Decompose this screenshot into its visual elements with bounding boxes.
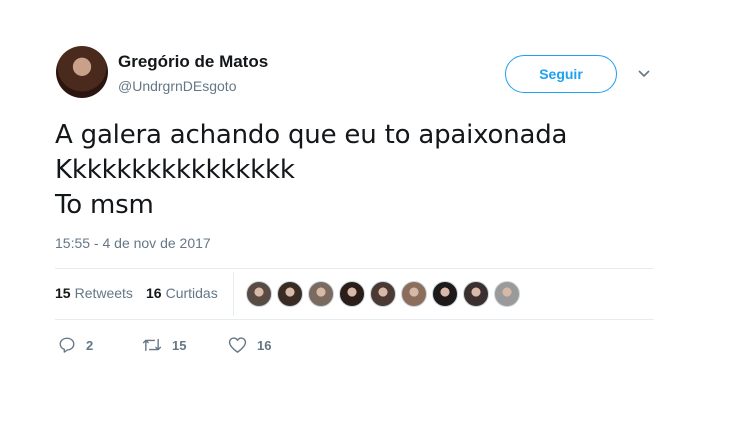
likes-stat[interactable]: 16 Curtidas [146, 285, 218, 301]
retweet-button[interactable]: 15 [142, 336, 186, 354]
author-avatar[interactable] [56, 46, 108, 98]
liker-avatar[interactable] [308, 281, 334, 307]
liker-avatar[interactable] [246, 281, 272, 307]
retweet-count: 15 [172, 337, 187, 353]
liker-avatar[interactable] [432, 281, 458, 307]
liker-avatar[interactable] [401, 281, 427, 307]
retweet-icon [142, 338, 162, 352]
liker-avatar[interactable] [339, 281, 365, 307]
liker-avatar[interactable] [463, 281, 489, 307]
reply-icon [59, 337, 75, 353]
chevron-down-icon[interactable] [636, 66, 652, 82]
stats-separator [233, 272, 234, 316]
likers-avatars [246, 281, 525, 307]
reply-button[interactable]: 2 [58, 336, 93, 354]
reply-count: 2 [86, 337, 94, 353]
follow-button[interactable]: Seguir [505, 55, 617, 93]
likes-count: 16 [146, 285, 162, 301]
like-count: 16 [257, 337, 272, 353]
liker-avatar[interactable] [277, 281, 303, 307]
tweet-timestamp[interactable]: 15:55 - 4 de nov de 2017 [55, 235, 211, 251]
author-name[interactable]: Gregório de Matos [118, 52, 268, 72]
heart-icon [228, 337, 247, 353]
retweets-count: 15 [55, 285, 71, 301]
liker-avatar[interactable] [494, 281, 520, 307]
tweet-text: A galera achando que eu to apaixonada Kk… [55, 120, 568, 220]
retweets-label: Retweets [74, 285, 133, 301]
author-handle[interactable]: @UndrgrnDEsgoto [118, 78, 237, 94]
likes-label: Curtidas [165, 285, 218, 301]
retweets-stat[interactable]: 15 Retweets [55, 285, 133, 301]
liker-avatar[interactable] [370, 281, 396, 307]
divider [55, 268, 654, 269]
divider [55, 319, 654, 320]
like-button[interactable]: 16 [228, 336, 271, 354]
